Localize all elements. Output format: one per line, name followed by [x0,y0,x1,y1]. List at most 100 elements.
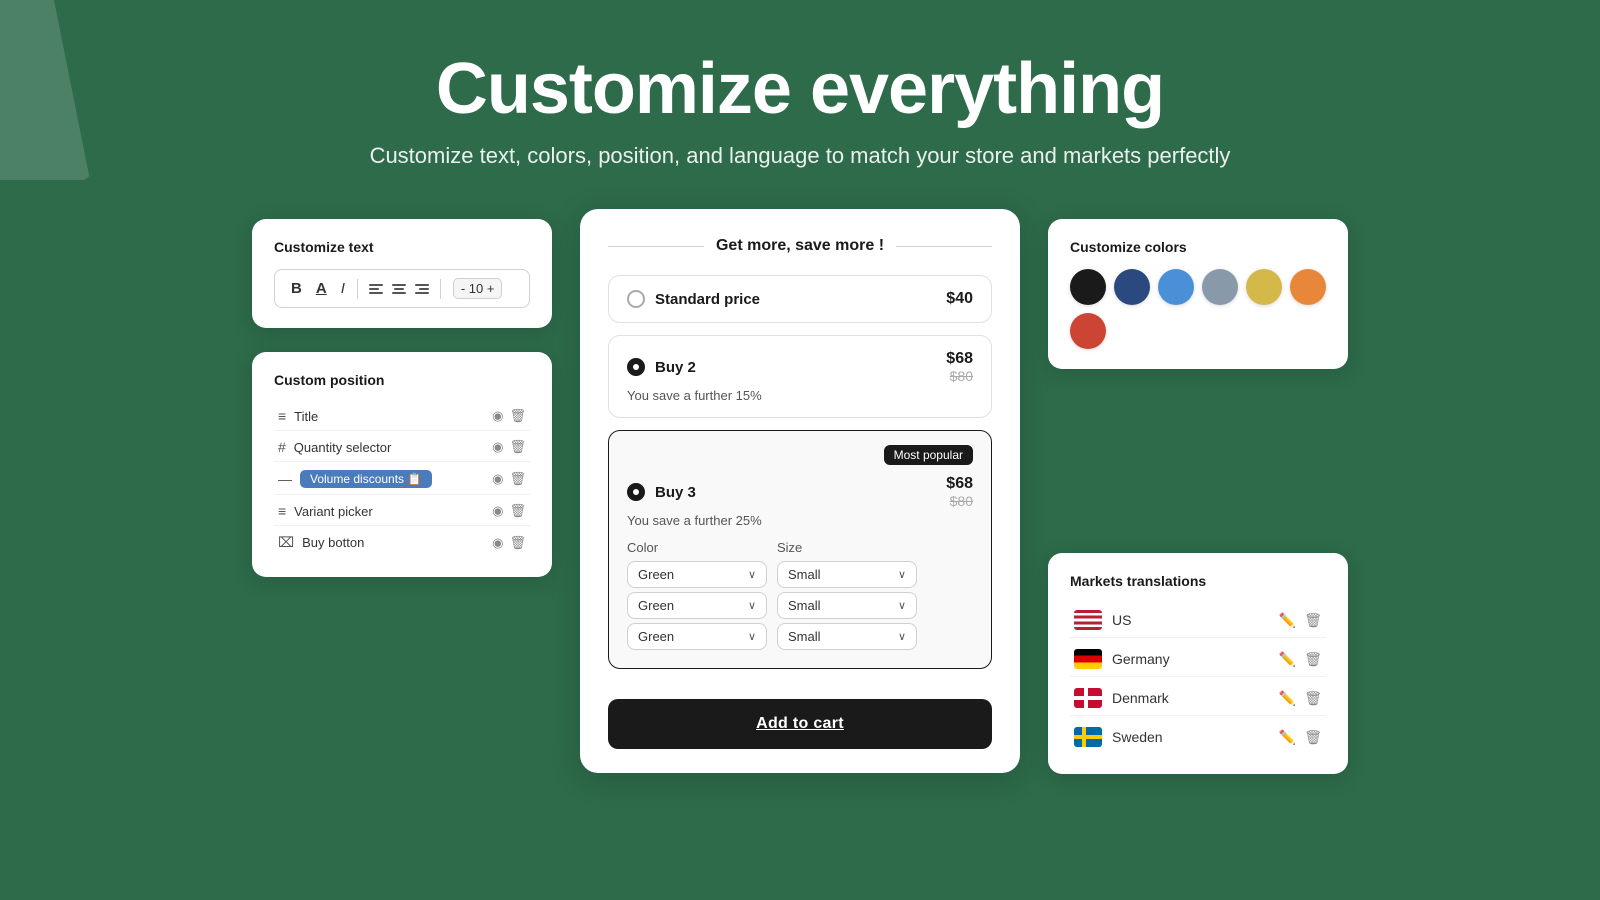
variant-delete-icon[interactable]: 🗑 [509,503,526,519]
toolbar-divider2 [440,279,441,299]
size-chevron-2: ∨ [898,599,906,612]
title-delete-icon[interactable]: 🗑 [509,408,526,424]
variant-row-2: Green ∨ Small ∨ [627,592,973,619]
position-label-quantity: Quantity selector [294,440,392,455]
underline-button[interactable]: A [312,278,331,299]
flag-us [1074,610,1102,630]
sweden-delete-icon[interactable]: 🗑 [1304,729,1322,746]
swatch-gray-blue[interactable] [1202,269,1238,305]
title-actions: ◉ 🗑 [492,408,526,424]
title-eye-icon[interactable]: ◉ [492,408,503,424]
swatch-orange[interactable] [1290,269,1326,305]
quantity-icon: # [278,439,286,455]
variant-eye-icon[interactable]: ◉ [492,503,503,519]
left-column: Customize text B A I [252,219,552,577]
us-edit-icon[interactable]: ✏️ [1279,612,1296,629]
markets-title: Markets translations [1070,573,1326,589]
toolbar-divider [357,279,358,299]
buy-actions: ◉ 🗑 [492,535,526,551]
buy2-option[interactable]: Buy 2 $68 $80 You save a further 15% [608,335,992,418]
position-item-volume: — Volume discounts 📋 ◉ 🗑 [274,464,530,495]
size-label: Size [777,540,917,555]
size-chevron-3: ∨ [898,630,906,643]
text-toolbar: B A I - 10 + [274,269,530,308]
buy2-original-price: $80 [946,368,973,384]
custom-position-title: Custom position [274,372,530,388]
color-value-1: Green [638,567,748,582]
swatch-dark-blue[interactable] [1114,269,1150,305]
align-center-button[interactable] [389,281,409,297]
market-label-denmark: Denmark [1112,690,1169,706]
quantity-delete-icon[interactable]: 🗑 [509,439,526,455]
standard-price-option[interactable]: Standard price $40 [608,275,992,323]
align-left-button[interactable] [366,281,386,297]
color-chevron-1: ∨ [748,568,756,581]
page-subtitle: Customize text, colors, position, and la… [0,143,1600,169]
size-select-2[interactable]: Small ∨ [777,592,917,619]
position-label-volume: Volume discounts 📋 [300,470,432,488]
variant-header-row: Color Size [627,540,973,555]
color-select-2[interactable]: Green ∨ [627,592,767,619]
variant-icon: ≡ [278,503,286,519]
germany-delete-icon[interactable]: 🗑 [1304,651,1322,668]
volume-icon: — [278,471,292,487]
widget-header-text: Get more, save more ! [716,237,884,255]
align-right-button[interactable] [412,281,432,297]
buy3-option[interactable]: Most popular Buy 3 $68 $80 You save a fu… [608,430,992,669]
buy-eye-icon[interactable]: ◉ [492,535,503,551]
sweden-edit-icon[interactable]: ✏️ [1279,729,1296,746]
color-select-3[interactable]: Green ∨ [627,623,767,650]
size-value-2: Small [788,598,898,613]
position-item-title: ≡ Title ◉ 🗑 [274,402,530,431]
quantity-eye-icon[interactable]: ◉ [492,439,503,455]
header-line-right [896,246,992,247]
market-germany: Germany ✏️ 🗑 [1070,642,1326,677]
denmark-delete-icon[interactable]: 🗑 [1304,690,1322,707]
position-list: ≡ Title ◉ 🗑 # Quantity selector ◉ [274,402,530,557]
position-label-buy: Buy botton [302,535,364,550]
color-select-1[interactable]: Green ∨ [627,561,767,588]
markets-translations-card: Markets translations US ✏️ 🗑 Germany [1048,553,1348,774]
align-buttons [366,281,432,297]
variant-row-1: Green ∨ Small ∨ [627,561,973,588]
buy-delete-icon[interactable]: 🗑 [509,535,526,551]
swatch-blue[interactable] [1158,269,1194,305]
bold-button[interactable]: B [287,278,306,299]
market-list: US ✏️ 🗑 Germany ✏️ 🗑 [1070,603,1326,754]
swatch-red[interactable] [1070,313,1106,349]
buy3-option-header: Buy 3 $68 $80 [627,475,973,509]
add-to-cart-button[interactable]: Add to cart [608,699,992,749]
buy-icon: ⌧ [278,534,294,551]
swatch-gold[interactable] [1246,269,1282,305]
most-popular-badge: Most popular [884,445,973,465]
volume-delete-icon[interactable]: 🗑 [509,471,526,487]
standard-price: $40 [946,290,973,308]
customize-colors-title: Customize colors [1070,239,1326,255]
market-sweden: Sweden ✏️ 🗑 [1070,720,1326,754]
buy3-radio [627,483,645,501]
market-label-us: US [1112,612,1131,628]
size-select-1[interactable]: Small ∨ [777,561,917,588]
page-title: Customize everything [0,50,1600,129]
denmark-actions: ✏️ 🗑 [1279,690,1322,707]
flag-sweden [1074,727,1102,747]
italic-button[interactable]: I [337,278,349,299]
market-label-sweden: Sweden [1112,729,1163,745]
variant-row-3: Green ∨ Small ∨ [627,623,973,650]
volume-eye-icon[interactable]: ◉ [492,471,503,487]
standard-option-header: Standard price $40 [627,290,973,308]
germany-edit-icon[interactable]: ✏️ [1279,651,1296,668]
denmark-edit-icon[interactable]: ✏️ [1279,690,1296,707]
swatch-black[interactable] [1070,269,1106,305]
buy2-radio [627,358,645,376]
size-value-3: Small [788,629,898,644]
font-size-control[interactable]: - 10 + [453,278,503,299]
buy3-label: Buy 3 [655,484,696,501]
product-widget-card: Get more, save more ! Standard price $40… [580,209,1020,773]
position-item-variant: ≡ Variant picker ◉ 🗑 [274,497,530,526]
sweden-actions: ✏️ 🗑 [1279,729,1322,746]
us-delete-icon[interactable]: 🗑 [1304,612,1322,629]
size-select-3[interactable]: Small ∨ [777,623,917,650]
buy2-label: Buy 2 [655,359,696,376]
color-chevron-2: ∨ [748,599,756,612]
